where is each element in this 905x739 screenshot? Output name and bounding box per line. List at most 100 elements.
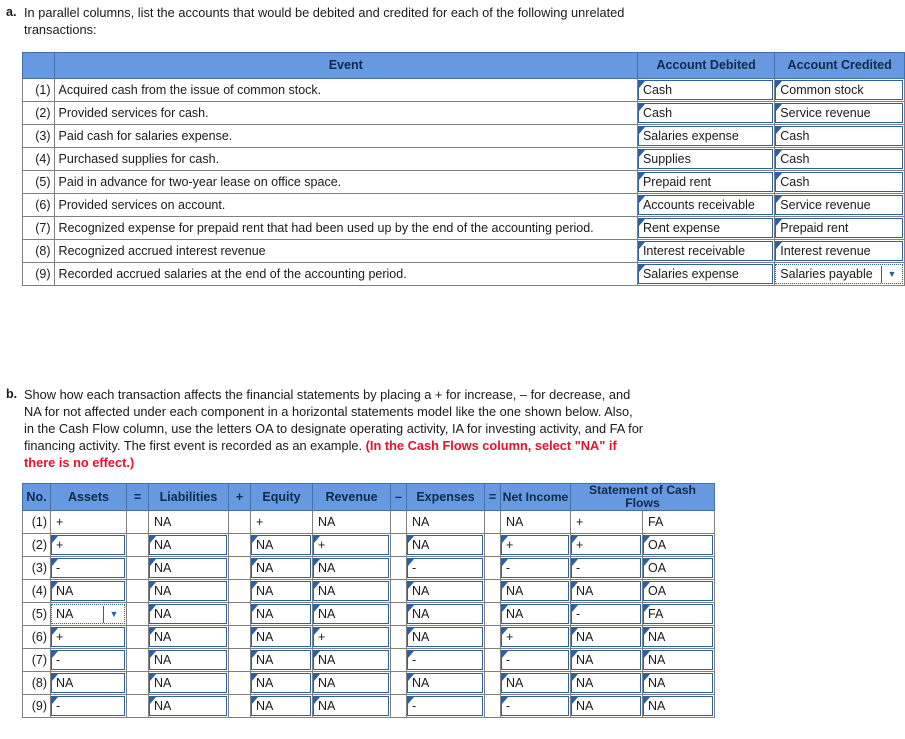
chevron-down-icon[interactable]: ▼ — [881, 265, 902, 283]
net-income-cell[interactable]: NA — [500, 579, 571, 603]
net-income-input-6[interactable]: + — [501, 627, 569, 647]
cash-flow-activity-input-2[interactable]: OA — [643, 535, 713, 555]
liabilities-input-2[interactable]: NA — [149, 535, 227, 555]
cash-flow-amount-input-8[interactable]: NA — [571, 673, 641, 693]
account-credited-input-7[interactable]: Prepaid rent — [775, 218, 903, 238]
equity-input-9[interactable]: NA — [251, 696, 311, 716]
account-debited-cell[interactable]: Rent expense — [636, 216, 776, 240]
expenses-cell[interactable]: - — [406, 648, 485, 672]
account-debited-input-8[interactable]: Interest receivable — [637, 241, 774, 261]
liabilities-cell[interactable]: NA — [148, 579, 229, 603]
account-debited-input-7[interactable]: Rent expense — [637, 218, 774, 238]
chevron-down-icon[interactable]: ▼ — [103, 605, 124, 623]
revenue-cell[interactable]: NA — [312, 648, 391, 672]
account-debited-input-1[interactable]: Cash — [637, 80, 774, 100]
net-income-input-3[interactable]: - — [501, 558, 569, 578]
account-debited-cell[interactable]: Supplies — [636, 147, 776, 171]
expenses-input-4[interactable]: NA — [407, 581, 483, 601]
revenue-input-5[interactable]: NA — [313, 604, 389, 624]
revenue-input-9[interactable]: NA — [313, 696, 389, 716]
cash-flow-activity-cell[interactable]: NA — [642, 671, 715, 695]
cash-flow-amount-cell[interactable]: NA — [570, 625, 643, 649]
account-credited-cell[interactable]: Interest revenue — [774, 239, 905, 263]
revenue-input-6[interactable]: + — [313, 627, 389, 647]
revenue-cell[interactable]: + — [312, 533, 391, 557]
liabilities-cell[interactable]: NA — [148, 533, 229, 557]
expenses-input-9[interactable]: - — [407, 696, 483, 716]
cash-flow-activity-cell[interactable]: FA — [642, 602, 715, 626]
expenses-cell[interactable]: NA — [406, 579, 485, 603]
account-debited-input-6[interactable]: Accounts receivable — [637, 195, 774, 215]
expenses-input-8[interactable]: NA — [407, 673, 483, 693]
equity-input-8[interactable]: NA — [251, 673, 311, 693]
cash-flow-amount-input-6[interactable]: NA — [571, 627, 641, 647]
equity-input-3[interactable]: NA — [251, 558, 311, 578]
account-credited-cell[interactable]: Common stock — [774, 78, 905, 102]
account-debited-input-9[interactable]: Salaries expense — [637, 264, 774, 284]
cash-flow-activity-input-4[interactable]: OA — [643, 581, 713, 601]
assets-cell[interactable]: - — [50, 556, 127, 580]
cash-flow-amount-cell[interactable]: NA — [570, 671, 643, 695]
expenses-cell[interactable]: NA — [406, 602, 485, 626]
revenue-input-4[interactable]: NA — [313, 581, 389, 601]
net-income-cell[interactable]: + — [500, 625, 571, 649]
account-debited-cell[interactable]: Cash — [636, 78, 776, 102]
assets-cell[interactable]: + — [50, 533, 127, 557]
cash-flow-activity-cell[interactable]: OA — [642, 556, 715, 580]
equity-input-2[interactable]: NA — [251, 535, 311, 555]
liabilities-input-5[interactable]: NA — [149, 604, 227, 624]
cash-flow-amount-cell[interactable]: + — [570, 533, 643, 557]
account-debited-cell[interactable]: Cash — [636, 101, 776, 125]
assets-input-9[interactable]: - — [51, 696, 125, 716]
expenses-cell[interactable]: - — [406, 694, 485, 718]
net-income-input-5[interactable]: NA — [501, 604, 569, 624]
account-credited-input-2[interactable]: Service revenue — [775, 103, 903, 123]
assets-cell[interactable]: - — [50, 694, 127, 718]
cash-flow-amount-cell[interactable]: NA — [570, 579, 643, 603]
cash-flow-amount-cell[interactable]: NA — [570, 648, 643, 672]
account-credited-cell[interactable]: Service revenue — [774, 101, 905, 125]
account-debited-cell[interactable]: Salaries expense — [636, 124, 776, 148]
net-income-input-8[interactable]: NA — [501, 673, 569, 693]
account-debited-input-4[interactable]: Supplies — [637, 149, 774, 169]
cash-flow-activity-input-8[interactable]: NA — [643, 673, 713, 693]
expenses-input-5[interactable]: NA — [407, 604, 483, 624]
liabilities-cell[interactable]: NA — [148, 671, 229, 695]
net-income-cell[interactable]: + — [500, 533, 571, 557]
revenue-cell[interactable]: NA — [312, 556, 391, 580]
equity-input-4[interactable]: NA — [251, 581, 311, 601]
equity-cell[interactable]: NA — [250, 694, 313, 718]
liabilities-input-4[interactable]: NA — [149, 581, 227, 601]
assets-input-4[interactable]: NA — [51, 581, 125, 601]
account-credited-input-5[interactable]: Cash — [775, 172, 903, 192]
net-income-input-7[interactable]: - — [501, 650, 569, 670]
cash-flow-amount-input-4[interactable]: NA — [571, 581, 641, 601]
cash-flow-activity-cell[interactable]: OA — [642, 579, 715, 603]
cash-flow-activity-input-3[interactable]: OA — [643, 558, 713, 578]
cash-flow-activity-input-5[interactable]: FA — [643, 604, 713, 624]
liabilities-input-7[interactable]: NA — [149, 650, 227, 670]
cash-flow-activity-input-6[interactable]: NA — [643, 627, 713, 647]
assets-cell[interactable]: NA — [50, 671, 127, 695]
liabilities-cell[interactable]: NA — [148, 648, 229, 672]
cash-flow-amount-input-7[interactable]: NA — [571, 650, 641, 670]
net-income-cell[interactable]: NA — [500, 671, 571, 695]
account-credited-cell[interactable]: Cash — [774, 170, 905, 194]
liabilities-cell[interactable]: NA — [148, 602, 229, 626]
expenses-cell[interactable]: NA — [406, 625, 485, 649]
cash-flow-activity-cell[interactable]: NA — [642, 648, 715, 672]
revenue-input-3[interactable]: NA — [313, 558, 389, 578]
revenue-input-2[interactable]: + — [313, 535, 389, 555]
account-credited-cell[interactable]: Cash — [774, 147, 905, 171]
account-debited-input-5[interactable]: Prepaid rent — [637, 172, 774, 192]
expenses-cell[interactable]: NA — [406, 533, 485, 557]
account-credited-cell[interactable]: Service revenue — [774, 193, 905, 217]
account-credited-input-6[interactable]: Service revenue — [775, 195, 903, 215]
account-debited-input-2[interactable]: Cash — [637, 103, 774, 123]
net-income-cell[interactable]: - — [500, 648, 571, 672]
cash-flow-amount-input-5[interactable]: - — [571, 604, 641, 624]
expenses-cell[interactable]: - — [406, 556, 485, 580]
liabilities-cell[interactable]: NA — [148, 556, 229, 580]
cash-flow-amount-cell[interactable]: NA — [570, 694, 643, 718]
account-credited-cell[interactable]: Cash — [774, 124, 905, 148]
